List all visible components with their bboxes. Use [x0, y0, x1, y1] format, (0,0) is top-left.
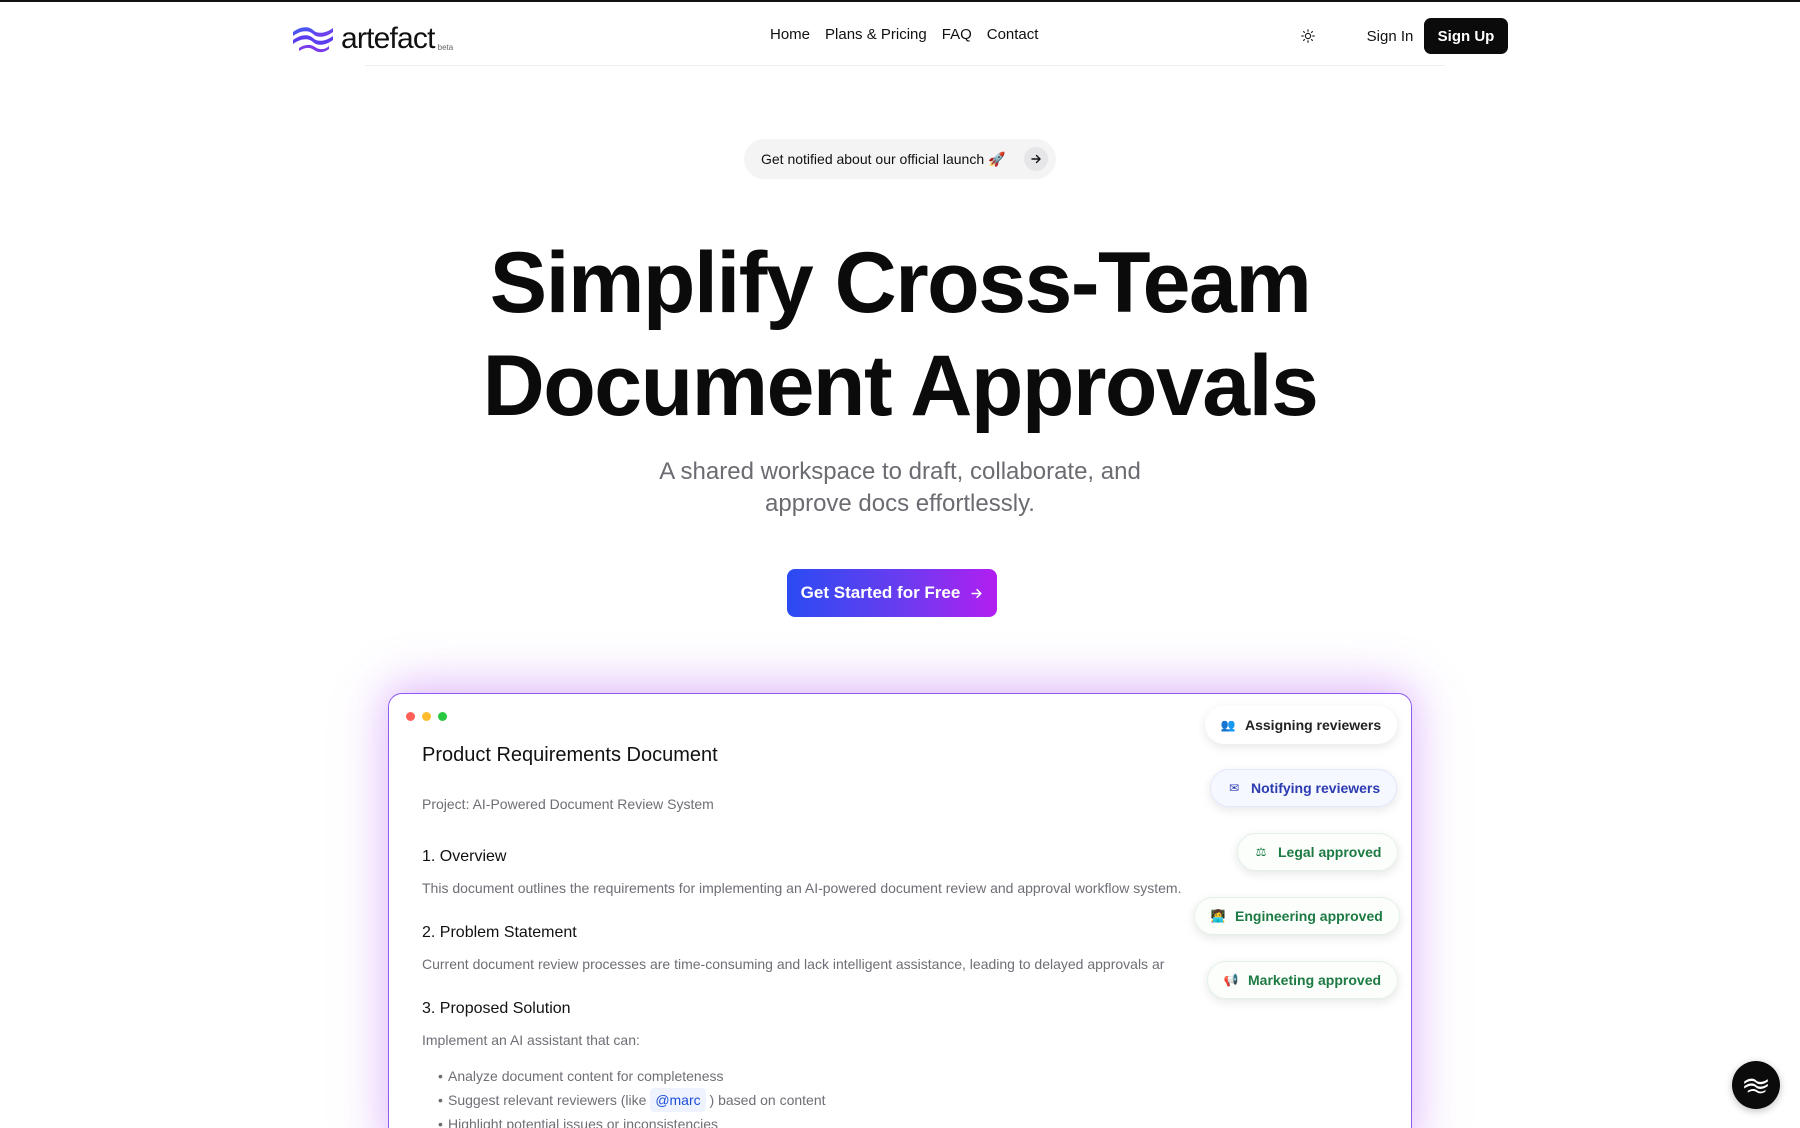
document-project: Project: AI-Powered Document Review Syst…	[422, 796, 714, 812]
section-heading-problem: 2. Problem Statement	[422, 924, 577, 941]
nav-faq[interactable]: FAQ	[942, 26, 972, 43]
chat-launcher-button[interactable]	[1732, 1061, 1780, 1109]
arrow-right-icon	[1024, 147, 1048, 171]
section-body-problem: Current document review processes are ti…	[422, 956, 1165, 972]
megaphone-icon: 📢	[1223, 973, 1239, 987]
beta-tag: beta	[437, 43, 454, 52]
technologist-icon: 👩‍💻	[1210, 909, 1226, 923]
list-item: Suggest relevant reviewers (like @marc )…	[438, 1088, 826, 1112]
get-started-label: Get Started for Free	[800, 583, 961, 602]
status-badge-label: Engineering approved	[1235, 908, 1383, 924]
sign-up-button[interactable]: Sign Up	[1424, 18, 1508, 54]
section-heading-overview: 1. Overview	[422, 848, 507, 865]
artefact-logo-icon	[293, 27, 333, 53]
bullet-text-post: ) based on content	[705, 1092, 826, 1108]
nav-contact[interactable]: Contact	[987, 26, 1039, 43]
nav-home[interactable]: Home	[770, 26, 810, 43]
status-badge-label: Assigning reviewers	[1245, 717, 1382, 733]
status-badge-engineering: 👩‍💻 Engineering approved	[1194, 897, 1400, 935]
hero-subtitle-line-1: A shared workspace to draft, collaborate…	[659, 458, 1141, 485]
hero-title: Simplify Cross-Team Document Approvals	[300, 232, 1500, 438]
section-body-solution: Implement an AI assistant that can:	[422, 1032, 640, 1048]
bullet-text: Analyze document content for completenes…	[448, 1068, 724, 1084]
document-title: Product Requirements Document	[422, 744, 718, 766]
solution-bullet-list: Analyze document content for completenes…	[438, 1064, 826, 1128]
get-started-button[interactable]: Get Started for Free	[787, 569, 997, 617]
hero-title-line-1: Simplify Cross-Team	[489, 235, 1312, 331]
document-preview-card: Product Requirements Document Project: A…	[388, 693, 1412, 1128]
theme-toggle-button[interactable]	[1298, 26, 1318, 46]
status-badge-label: Marketing approved	[1248, 972, 1382, 988]
main-nav: Home Plans & Pricing FAQ Contact	[770, 26, 1038, 43]
status-badge-legal: ⚖ Legal approved	[1237, 833, 1399, 871]
status-badge-label: Notifying reviewers	[1251, 780, 1381, 796]
bullet-text-pre: Suggest relevant reviewers (like	[448, 1092, 651, 1108]
nav-plans-pricing[interactable]: Plans & Pricing	[825, 26, 927, 43]
bullet-text: Highlight potential issues or inconsiste…	[448, 1116, 719, 1128]
status-badge-label: Legal approved	[1278, 844, 1382, 860]
sign-in-button[interactable]: Sign In	[1344, 24, 1436, 48]
people-icon: 👥	[1220, 718, 1236, 732]
hero-title-line-2: Document Approvals	[482, 338, 1319, 434]
artefact-logo-icon	[1744, 1078, 1768, 1094]
section-body-overview: This document outlines the requirements …	[422, 880, 1182, 896]
list-item: Analyze document content for completenes…	[438, 1064, 826, 1088]
status-badge-marketing: 📢 Marketing approved	[1207, 961, 1399, 999]
announcement-text: Get notified about our official launch 🚀	[761, 150, 1006, 167]
arrow-right-icon	[971, 588, 982, 598]
section-heading-solution: 3. Proposed Solution	[422, 1000, 571, 1017]
status-badge-assigning: 👥 Assigning reviewers	[1205, 706, 1398, 744]
status-badge-notifying: ✉ Notifying reviewers	[1210, 769, 1398, 807]
window-controls	[406, 712, 447, 721]
launch-announcement-pill[interactable]: Get notified about our official launch 🚀	[744, 139, 1056, 179]
scales-icon: ⚖	[1255, 845, 1267, 859]
site-header: artefact beta Home Plans & Pricing FAQ C…	[0, 2, 1800, 66]
window-maximize-dot	[438, 712, 447, 721]
hero-subtitle-line-2: approve docs effortlessly.	[765, 490, 1035, 517]
window-close-dot	[406, 712, 415, 721]
sun-icon	[1301, 29, 1315, 43]
hero-subtitle: A shared workspace to draft, collaborate…	[600, 456, 1200, 520]
mail-icon: ✉	[1228, 781, 1240, 795]
user-mention[interactable]: @marc	[650, 1088, 706, 1112]
logo-wordmark: artefact	[341, 22, 435, 55]
window-minimize-dot	[422, 712, 431, 721]
logo[interactable]: artefact beta	[291, 18, 453, 54]
header-divider	[365, 65, 1445, 66]
list-item: Highlight potential issues or inconsiste…	[438, 1112, 826, 1128]
